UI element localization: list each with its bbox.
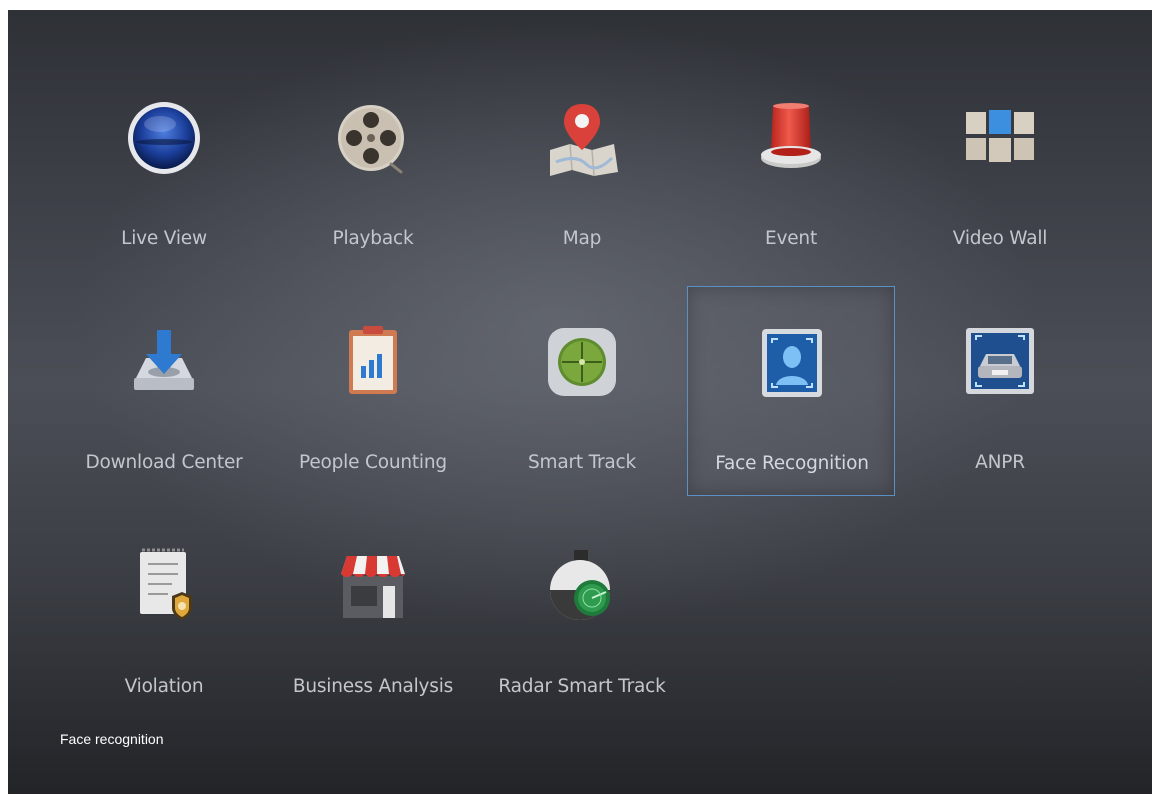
app-tile-playback[interactable]: Playback [269,68,477,276]
app-tile-radar-smart-track[interactable]: Radar Smart Track [478,516,686,724]
app-label: Violation [124,676,204,697]
app-label: ANPR [975,452,1025,473]
app-tile-smart-track[interactable]: Smart Track [478,292,686,500]
app-tile-video-wall[interactable]: Video Wall [896,68,1104,276]
map-pin-icon [542,98,622,178]
app-tile-business-analysis[interactable]: Business Analysis [269,516,477,724]
app-label: Business Analysis [292,676,454,697]
app-label: Event [765,228,817,249]
app-label: Map [562,228,602,249]
app-tile-people-counting[interactable]: People Counting [269,292,477,500]
download-tray-icon [124,322,204,402]
app-label: Live View [121,228,207,249]
alarm-light-icon [751,98,831,178]
app-label: Video Wall [952,228,1048,249]
app-label: People Counting [299,452,447,473]
playback-reel-icon [333,98,413,178]
app-tile-violation[interactable]: Violation [60,516,268,724]
crosshair-target-icon [542,322,622,402]
app-label: Playback [332,228,414,249]
app-tile-download-center[interactable]: Download Center [60,292,268,500]
app-tile-anpr[interactable]: ANPR [896,292,1104,500]
app-tile-face-recognition[interactable]: Face Recognition [687,286,895,496]
radar-camera-icon [542,546,622,626]
app-label: Download Center [85,452,243,473]
car-plate-scan-icon [960,322,1040,402]
storefront-icon [333,546,413,626]
face-scan-icon [752,323,832,403]
app-launcher-panel: Live View Playback Map Event Video Wall … [8,10,1152,794]
app-label: Radar Smart Track [498,676,666,697]
app-tile-event[interactable]: Event [687,68,895,276]
video-wall-grid-icon [960,98,1040,178]
app-tile-map[interactable]: Map [478,68,686,276]
app-label: Face Recognition [715,453,869,474]
app-label: Smart Track [527,452,637,473]
clipboard-chart-icon [333,322,413,402]
live-view-icon [124,98,204,178]
app-tile-live-view[interactable]: Live View [60,68,268,276]
status-text: Face recognition [60,731,164,747]
police-report-icon [124,546,204,626]
